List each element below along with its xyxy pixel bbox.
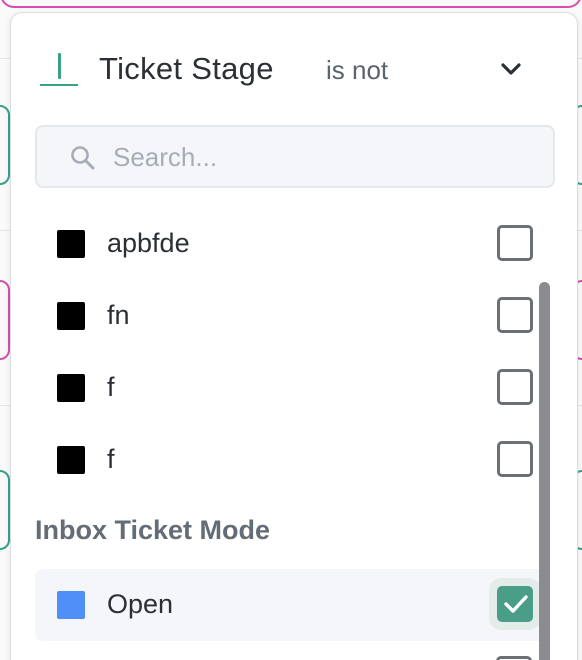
option-label: f [107,372,115,402]
option-checkbox[interactable] [497,225,533,261]
option-checkbox[interactable] [496,656,532,660]
list-item[interactable]: fn [35,280,547,352]
option-label: f [107,444,115,474]
option-checkbox[interactable] [497,297,533,333]
color-swatch [57,302,85,330]
field-label: Ticket Stage [99,51,274,86]
background-card-top [0,0,582,8]
scrollbar-thumb[interactable] [539,282,550,660]
operator-select[interactable]: is not [326,55,388,86]
list-item[interactable]: apbfde [35,208,547,280]
option-checkbox[interactable] [497,441,533,477]
list-item[interactable]: Open [35,569,547,641]
list-item[interactable]: f [35,424,547,496]
background-card [0,470,10,550]
option-checkbox[interactable] [497,369,533,405]
checkmark-icon [504,595,528,613]
filter-header: Ticket Stage is not [11,13,577,123]
color-swatch [57,591,85,619]
search-input[interactable] [113,135,533,179]
color-swatch [57,446,85,474]
list-item[interactable]: f [35,352,547,424]
chevron-down-icon[interactable] [497,57,525,81]
text-field-icon [40,53,78,87]
background-card [0,280,10,360]
color-swatch [57,230,85,258]
color-swatch [57,374,85,402]
option-label: apbfde [107,228,190,258]
group-heading: Inbox Ticket Mode [35,515,271,545]
search-box[interactable] [35,125,555,188]
search-icon [69,144,97,172]
background-card [0,105,10,185]
option-checkbox-checked[interactable] [497,586,533,622]
option-label: Open [107,589,174,619]
filter-dropdown-panel: Ticket Stage is not apbfde fn [10,12,578,660]
option-label: fn [107,300,130,330]
